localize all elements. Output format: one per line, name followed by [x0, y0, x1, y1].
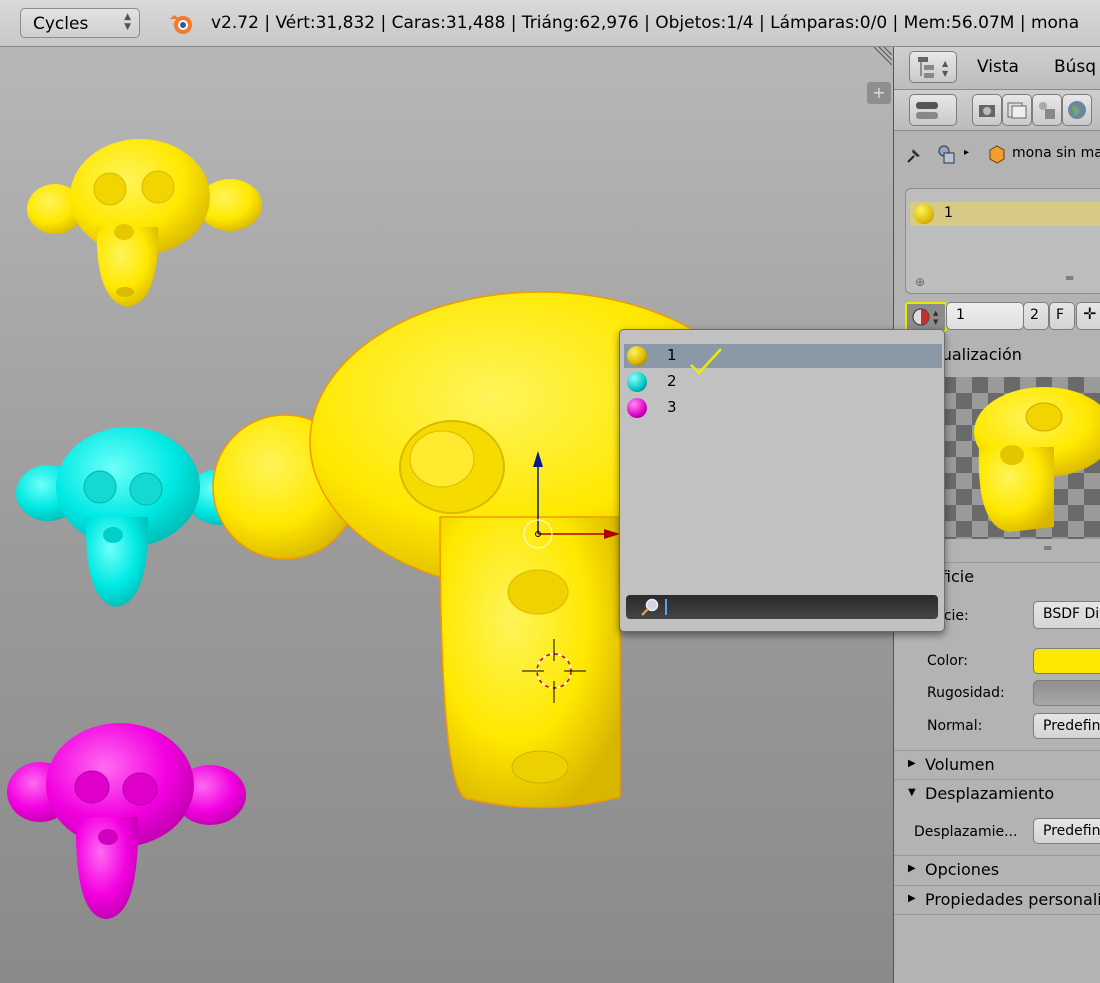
popup-item-label: 1 [667, 346, 677, 364]
tab-scene[interactable] [1032, 94, 1062, 126]
new-material-button[interactable]: ✛ [1076, 302, 1100, 330]
material-slot-list[interactable]: 1 ⊕ ═ [905, 188, 1100, 294]
section-options[interactable]: ▶ Opciones [894, 855, 1100, 884]
normal-value: Predefin [1043, 718, 1100, 734]
updown-arrows-icon: ▲ ▼ [124, 12, 131, 32]
divider [894, 914, 1100, 915]
popup-item-3[interactable]: 3 [624, 396, 942, 420]
users-count-button[interactable]: 2 [1023, 302, 1049, 330]
fake-user-value: F [1056, 307, 1065, 323]
section-volume[interactable]: ▶ Volumen [894, 750, 1100, 779]
blender-logo-icon [170, 15, 192, 34]
breadcrumb-arrow-icon: ▸ [964, 147, 970, 158]
roughness-slider[interactable] [1033, 680, 1100, 706]
normal-dropdown[interactable]: Predefin [1033, 713, 1100, 739]
material-datablock-row: ▲ ▼ 1 2 F ✛ [894, 301, 1100, 332]
object-data-icon [938, 145, 955, 164]
section-custom-properties-label: Propiedades personali [925, 890, 1100, 909]
scene-stats: v2.72 | Vért:31,832 | Caras:31,488 | Tri… [211, 13, 1080, 33]
monkey-yellow-small[interactable] [27, 139, 262, 307]
material-ball-icon [627, 398, 647, 418]
expand-arrow-icon: ▶ [908, 893, 916, 904]
resize-handle-icon[interactable]: ═ [1066, 271, 1073, 285]
render-engine-label: Cycles [33, 14, 89, 34]
material-name-field[interactable]: 1 [946, 302, 1024, 330]
normal-label: Normal: [927, 718, 983, 734]
displacement-label: Desplazamie... [914, 824, 1018, 840]
preview-monkey-image [974, 387, 1100, 532]
slot-label: 1 [944, 205, 953, 221]
panel-header: ▲ ▼ Vista Búsq [894, 47, 1100, 90]
section-displacement[interactable]: ▼ Desplazamiento [894, 779, 1100, 808]
object-name: mona sin ma [1012, 145, 1100, 161]
toolshelf-expand-button[interactable]: + [867, 82, 891, 104]
roughness-label: Rugosidad: [927, 685, 1005, 701]
render-engine-dropdown[interactable]: Cycles ▲ ▼ [20, 8, 140, 38]
search-icon [641, 598, 659, 616]
pin-icon[interactable] [904, 143, 926, 165]
displacement-value: Predefin [1043, 823, 1100, 839]
monkey-magenta[interactable] [7, 723, 246, 919]
monkey-cyan[interactable] [16, 427, 254, 607]
toggle-icon [916, 102, 938, 119]
tab-world[interactable] [1062, 94, 1092, 126]
preview-resize-handle[interactable]: ═ [1044, 541, 1051, 555]
text-cursor [665, 599, 667, 615]
surface-shader-dropdown[interactable]: BSDF Di [1033, 601, 1100, 629]
popup-item-label: 2 [667, 372, 677, 390]
color-label: Color: [927, 653, 969, 669]
scene-icon [1039, 102, 1055, 119]
users-count-value: 2 [1030, 307, 1039, 323]
section-volume-label: Volumen [925, 755, 995, 774]
section-displacement-label: Desplazamiento [925, 784, 1055, 803]
slot-row[interactable]: 1 [910, 202, 1100, 226]
material-ball-icon [627, 346, 647, 366]
area-split-corner[interactable] [870, 47, 892, 69]
svg-text:▲: ▲ [942, 59, 949, 68]
display-mode-button[interactable] [909, 94, 957, 126]
color-swatch[interactable] [1033, 648, 1100, 674]
outliner-icon: ▲▼ [918, 57, 949, 78]
camera-icon [979, 105, 995, 117]
menu-search[interactable]: Búsq [1054, 57, 1096, 77]
popup-item-label: 3 [667, 398, 677, 416]
displacement-dropdown[interactable]: Predefin [1033, 818, 1100, 844]
context-breadcrumb: ▸ mona sin ma [894, 131, 1100, 177]
section-options-label: Opciones [925, 860, 1000, 879]
material-ball-icon [914, 204, 934, 224]
menu-view[interactable]: Vista [977, 57, 1019, 77]
svg-text:▼: ▼ [933, 318, 939, 326]
popup-search-input[interactable] [626, 595, 938, 619]
material-ball-icon [627, 372, 647, 392]
browse-material-button[interactable]: ▲ ▼ [905, 302, 947, 332]
material-preview [924, 377, 1100, 539]
fake-user-button[interactable]: F [1049, 302, 1075, 330]
layers-icon [1007, 102, 1027, 119]
popup-item-1[interactable]: 1 [624, 344, 942, 375]
add-slot-icon[interactable]: ⊕ [915, 275, 925, 289]
surface-shader-value: BSDF Di [1043, 606, 1100, 622]
material-name-value: 1 [956, 307, 965, 323]
material-browse-popup: 1 2 3 [619, 329, 945, 632]
world-icon [1068, 101, 1086, 119]
info-header: Cycles ▲ ▼ v2.72 | Vért:31,832 | Caras:31… [0, 0, 1100, 47]
collapse-arrow-icon: ▼ [908, 787, 916, 798]
svg-text:▲: ▲ [933, 309, 939, 317]
section-custom-properties[interactable]: ▶ Propiedades personali [894, 885, 1100, 914]
plus-icon: ✛ [1083, 304, 1097, 323]
tab-render-layers[interactable] [1002, 94, 1032, 126]
editor-type-button[interactable]: ▲ ▼ [909, 51, 957, 83]
tab-render[interactable] [972, 94, 1002, 126]
svg-text:▼: ▼ [942, 69, 949, 78]
context-tabs [894, 90, 1100, 131]
popup-item-2[interactable]: 2 [624, 370, 942, 394]
material-sphere-icon: ▲▼ [912, 308, 939, 326]
mesh-object-icon [989, 145, 1005, 164]
expand-arrow-icon: ▶ [908, 863, 916, 874]
expand-arrow-icon: ▶ [908, 758, 916, 769]
